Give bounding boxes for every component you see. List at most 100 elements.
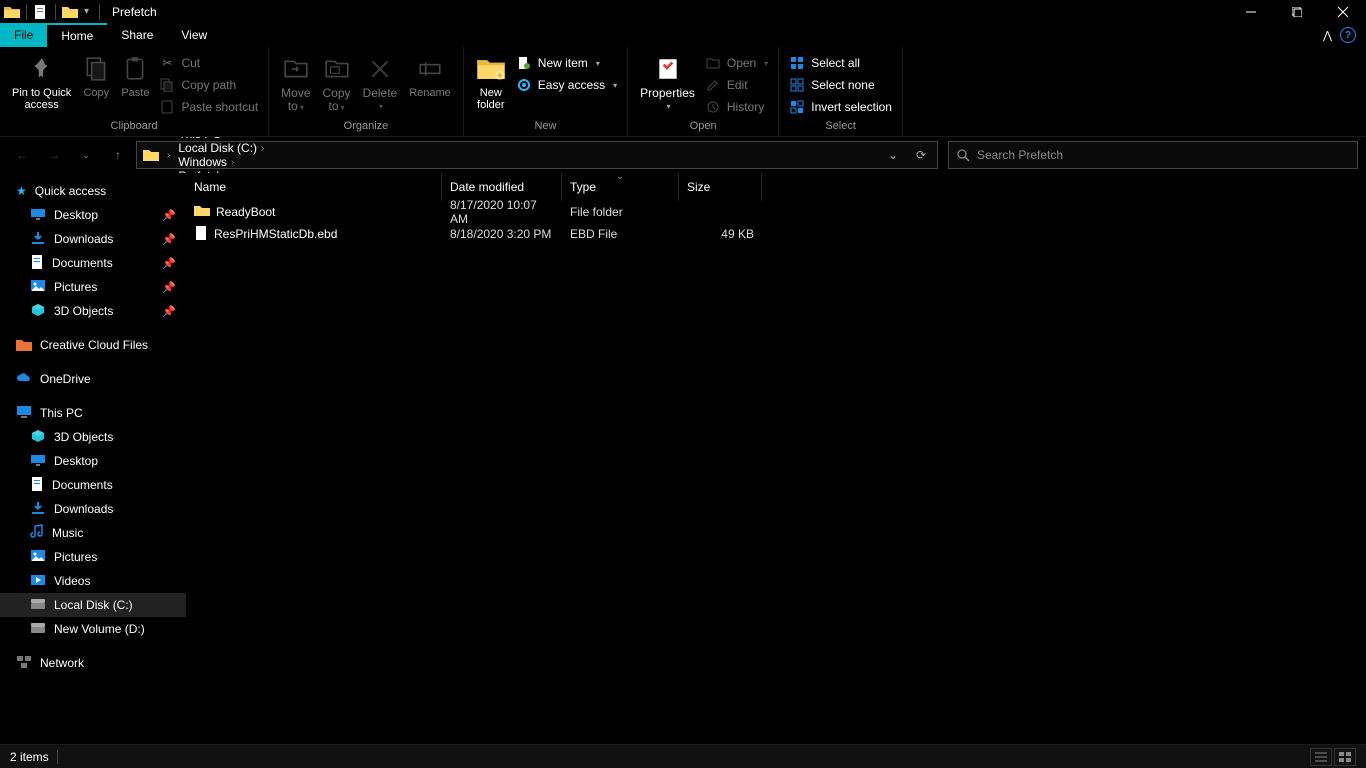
tree-item[interactable]: Local Disk (C:) [0, 593, 186, 617]
refresh-button[interactable]: ⟳ [907, 148, 935, 162]
tab-file[interactable]: File [0, 23, 47, 47]
breadcrumb-arrow[interactable]: › [163, 150, 174, 161]
column-name[interactable]: Name [186, 173, 442, 201]
videos-icon [30, 574, 46, 589]
cloud-icon [16, 372, 32, 387]
pictures-icon [30, 279, 46, 295]
chevron-down-icon[interactable]: ▾ [80, 6, 93, 17]
file-icon [194, 225, 208, 244]
recent-locations-button[interactable]: ⌄ [72, 141, 100, 169]
file-list: Name Date modified Type⌄ Size ReadyBoot8… [186, 173, 1366, 744]
invert-selection-button[interactable]: Invert selection [785, 97, 896, 117]
search-icon [949, 148, 977, 162]
address-dropdown-button[interactable]: ⌄ [879, 148, 907, 162]
collapse-ribbon-icon[interactable]: ⋀ [1323, 29, 1332, 42]
copy-to-button[interactable]: Copy to▾ [317, 51, 357, 116]
breadcrumb-segment[interactable]: Local Disk (C:)› [174, 141, 268, 155]
new-item-button[interactable]: New item▾ [512, 53, 621, 73]
ribbon-group-label: Clipboard [6, 120, 262, 136]
tree-network[interactable]: Network [0, 651, 186, 675]
pc-icon [16, 405, 32, 422]
copy-path-button[interactable]: Copy path [155, 75, 262, 95]
ribbon-group-label: Select [785, 120, 896, 136]
navigation-pane[interactable]: ★ Quick access Desktop📌Downloads📌Documen… [0, 173, 186, 744]
large-icons-view-button[interactable] [1334, 748, 1356, 766]
pin-to-quick-access-button[interactable]: Pin to Quick access [6, 51, 77, 113]
folder-icon[interactable] [62, 5, 78, 19]
tree-item[interactable]: Desktop [0, 449, 186, 473]
minimize-button[interactable] [1228, 0, 1274, 23]
forward-button[interactable]: → [40, 141, 68, 169]
easy-access-button[interactable]: Easy access▾ [512, 75, 621, 95]
3d-icon [30, 429, 46, 446]
maximize-button[interactable] [1274, 0, 1320, 23]
tree-item[interactable]: Documents [0, 473, 186, 497]
breadcrumb-segment[interactable]: Windows› [174, 155, 268, 169]
drive-icon [30, 598, 46, 613]
ribbon: Pin to Quick access Copy Paste ✂Cut Copy… [0, 47, 1366, 137]
back-button[interactable]: ← [8, 141, 36, 169]
tab-home[interactable]: Home [47, 23, 107, 47]
tree-creative-cloud[interactable]: Creative Cloud Files [0, 333, 186, 357]
copy-button[interactable]: Copy [77, 51, 115, 101]
folder-icon [194, 204, 210, 220]
window-controls [1228, 0, 1366, 23]
pin-icon: 📌 [162, 257, 176, 270]
desktop-icon [30, 208, 46, 223]
tree-onedrive[interactable]: OneDrive [0, 367, 186, 391]
history-button[interactable]: History [701, 97, 772, 117]
delete-button[interactable]: Delete▾ [357, 51, 404, 115]
select-all-button[interactable]: Select all [785, 53, 896, 73]
address-bar[interactable]: › This PC›Local Disk (C:)›Windows›Prefet… [136, 141, 938, 169]
select-none-button[interactable]: Select none [785, 75, 896, 95]
open-button[interactable]: Open▾ [701, 53, 772, 73]
tree-item[interactable]: 3D Objects [0, 425, 186, 449]
details-view-button[interactable] [1310, 748, 1332, 766]
file-row[interactable]: ReadyBoot8/17/2020 10:07 AMFile folder [186, 201, 1366, 223]
tree-item[interactable]: Desktop📌 [0, 203, 186, 227]
downloads-icon [30, 501, 46, 518]
column-size[interactable]: Size [679, 173, 762, 201]
tree-this-pc[interactable]: This PC [0, 401, 186, 425]
tab-view[interactable]: View [167, 23, 221, 47]
tree-quick-access[interactable]: ★ Quick access [0, 179, 186, 203]
new-folder-button[interactable]: New folder [470, 51, 512, 113]
file-row[interactable]: ResPriHMStaticDb.ebd8/18/2020 3:20 PMEBD… [186, 223, 1366, 245]
title-bar: ▾ Prefetch [0, 0, 1366, 23]
tree-item[interactable]: Pictures📌 [0, 275, 186, 299]
tree-item[interactable]: Downloads📌 [0, 227, 186, 251]
edit-button[interactable]: Edit [701, 75, 772, 95]
separator [57, 750, 58, 764]
3d-icon [30, 303, 46, 320]
column-type[interactable]: Type⌄ [562, 173, 679, 201]
search-input[interactable] [977, 148, 1357, 162]
tree-item[interactable]: New Volume (D:) [0, 617, 186, 641]
rename-button[interactable]: Rename [403, 51, 457, 101]
up-button[interactable]: ↑ [104, 141, 132, 169]
help-icon[interactable]: ? [1340, 27, 1356, 43]
folder-icon [143, 148, 159, 162]
separator [55, 4, 56, 20]
search-box[interactable] [948, 141, 1358, 169]
ribbon-group-new: New folder New item▾ Easy access▾ New [464, 47, 628, 136]
tab-share[interactable]: Share [107, 23, 167, 47]
move-to-button[interactable]: Move to▾ [275, 51, 316, 116]
tree-item[interactable]: Videos [0, 569, 186, 593]
desktop-icon [30, 454, 46, 469]
tree-item[interactable]: Downloads [0, 497, 186, 521]
ribbon-group-label: New [470, 120, 621, 136]
paste-shortcut-button[interactable]: Paste shortcut [155, 97, 262, 117]
column-date[interactable]: Date modified [442, 173, 562, 201]
properties-icon[interactable] [33, 4, 49, 20]
separator [99, 4, 100, 20]
close-button[interactable] [1320, 0, 1366, 23]
pictures-icon [30, 549, 46, 565]
documents-icon [30, 476, 44, 495]
tree-item[interactable]: 3D Objects📌 [0, 299, 186, 323]
tree-item[interactable]: Pictures [0, 545, 186, 569]
tree-item[interactable]: Music [0, 521, 186, 545]
properties-button[interactable]: Properties▾ [634, 51, 701, 115]
paste-button[interactable]: Paste [115, 51, 155, 101]
tree-item[interactable]: Documents📌 [0, 251, 186, 275]
cut-button[interactable]: ✂Cut [155, 53, 262, 73]
